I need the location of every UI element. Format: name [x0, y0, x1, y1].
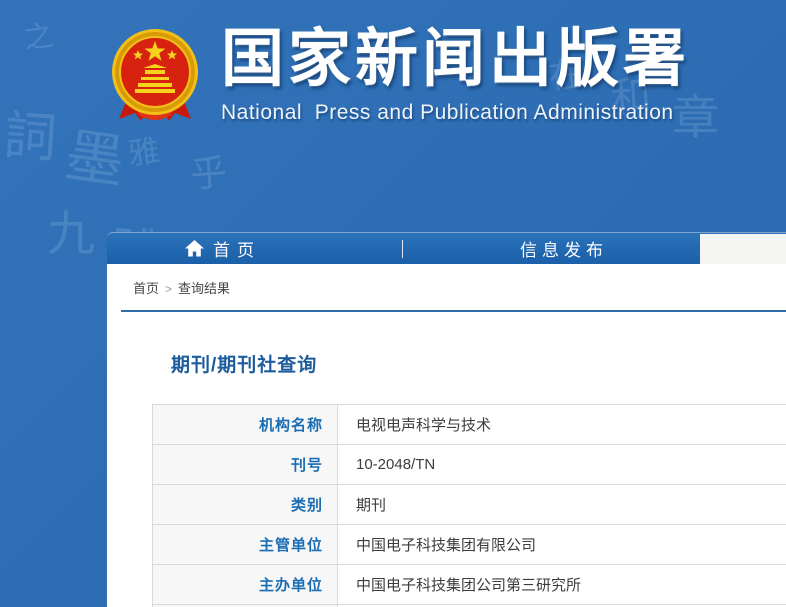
breadcrumb-home-link[interactable]: 首页 — [133, 281, 159, 296]
table-row: 类别 期刊 — [153, 485, 786, 525]
row-value: 电视电声科学与技术 — [338, 405, 786, 445]
row-value: 中国电子科技集团公司第三研究所 — [338, 565, 786, 605]
nav-item-home-label: 首页 — [213, 236, 261, 261]
nav-item-home[interactable]: 首页 — [185, 233, 261, 264]
table-row: 刊号 10-2048/TN — [153, 445, 786, 485]
breadcrumb-divider-line — [121, 310, 786, 312]
site-title: 国家新闻出版署 — [221, 26, 690, 92]
row-value: 10-2048/TN — [338, 445, 786, 485]
main-nav: 首页 信息发布 — [107, 232, 786, 264]
row-value: 期刊 — [338, 485, 786, 525]
row-value: 中国电子科技集团有限公司 — [338, 525, 786, 565]
section-title: 期刊/期刊社查询 — [171, 350, 317, 377]
breadcrumb-current: 查询结果 — [178, 281, 230, 296]
table-row: 机构名称 电视电声科学与技术 — [153, 405, 786, 445]
national-emblem-logo — [105, 25, 205, 125]
query-result-table: 机构名称 电视电声科学与技术 刊号 10-2048/TN 类别 期刊 主管单位 … — [152, 404, 786, 607]
page: { "header": { "site_title": "国家新闻出版署", "… — [0, 0, 786, 607]
nav-item-info-label: 信息发布 — [520, 236, 608, 261]
table-row: 主办单位 中国电子科技集团公司第三研究所 — [153, 565, 786, 605]
row-label: 刊号 — [153, 445, 338, 485]
row-label: 机构名称 — [153, 405, 338, 445]
content-panel: 首页 > 查询结果 期刊/期刊社查询 机构名称 电视电声科学与技术 刊号 10-20… — [107, 264, 786, 607]
breadcrumb: 首页 > 查询结果 — [133, 278, 230, 297]
site-title-block: 国家新闻出版署 National Press and Publication A… — [221, 26, 690, 125]
site-header: 国家新闻出版署 National Press and Publication A… — [0, 0, 786, 232]
nav-tab-partial[interactable] — [700, 234, 786, 264]
home-icon — [185, 240, 204, 257]
query-table-body: 机构名称 电视电声科学与技术 刊号 10-2048/TN 类别 期刊 主管单位 … — [153, 405, 786, 607]
breadcrumb-separator: > — [165, 282, 172, 296]
site-subtitle-en: National Press and Publication Administr… — [221, 101, 690, 125]
nav-separator — [402, 240, 403, 258]
table-row: 主管单位 中国电子科技集团有限公司 — [153, 525, 786, 565]
row-label: 主管单位 — [153, 525, 338, 565]
nav-item-info-release[interactable]: 信息发布 — [520, 233, 608, 264]
row-label: 类别 — [153, 485, 338, 525]
row-label: 主办单位 — [153, 565, 338, 605]
